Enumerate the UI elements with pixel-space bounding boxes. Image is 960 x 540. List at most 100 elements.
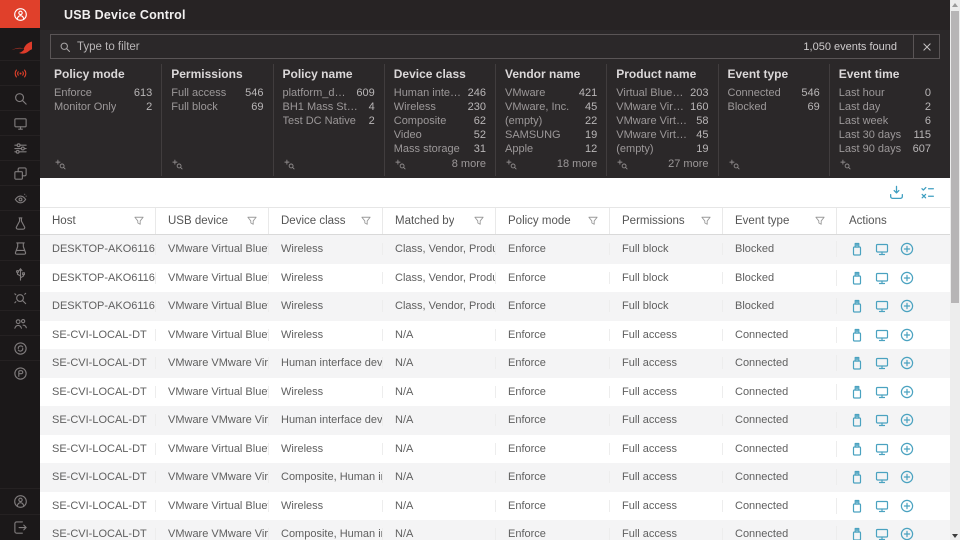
add-circle-action-button[interactable] (899, 241, 915, 257)
column-filter-icon[interactable] (473, 215, 485, 227)
usb-device-action-button[interactable] (849, 526, 865, 540)
add-circle-action-button[interactable] (899, 298, 915, 314)
select-columns-button[interactable] (919, 184, 936, 201)
facet-option-mass-storage[interactable]: Mass storage 31 (394, 142, 486, 156)
facet-more-link[interactable]: 18 more (557, 158, 597, 170)
facet-add-filter-button[interactable] (505, 158, 517, 170)
facet-option-wireless[interactable]: Wireless 230 (394, 100, 486, 114)
facet-add-filter-button[interactable] (728, 158, 740, 170)
table-row[interactable]: SE-CVI-LOCAL-DT VMware Virtual Bluetoot…W… (40, 378, 950, 407)
usb-device-action-button[interactable] (849, 327, 865, 343)
endpoint-monitor-action-button[interactable] (874, 526, 890, 540)
endpoint-monitor-action-button[interactable] (874, 441, 890, 457)
facet-option-vmware-virtual-us[interactable]: VMware Virtual US… 160 (616, 100, 708, 114)
column-filter-icon[interactable] (246, 215, 258, 227)
add-circle-action-button[interactable] (899, 412, 915, 428)
facet-option-platform-default[interactable]: platform_default 609 (283, 86, 375, 100)
facet-more-link[interactable]: 8 more (452, 158, 486, 170)
facet-option-apple[interactable]: Apple 12 (505, 142, 597, 156)
facet-option-connected[interactable]: Connected 546 (728, 86, 820, 100)
endpoint-monitor-action-button[interactable] (874, 498, 890, 514)
sidebar-item-sign-out[interactable] (0, 514, 40, 540)
table-row[interactable]: DESKTOP-AKO6116VMware Virtual Bluetoot…W… (40, 292, 950, 321)
facet-add-filter-button[interactable] (171, 158, 183, 170)
usb-device-action-button[interactable] (849, 441, 865, 457)
facet-option-full-block[interactable]: Full block 69 (171, 100, 263, 114)
table-row[interactable]: DESKTOP-AKO6116VMware Virtual Bluetoot…W… (40, 264, 950, 293)
usb-device-action-button[interactable] (849, 270, 865, 286)
table-row[interactable]: SE-CVI-LOCAL-DTVMware VMware Virtual …Co… (40, 463, 950, 492)
facet-more-link[interactable]: 27 more (668, 158, 708, 170)
facet-option-empty[interactable]: (empty) 22 (505, 114, 597, 128)
endpoint-monitor-action-button[interactable] (874, 241, 890, 257)
endpoint-monitor-action-button[interactable] (874, 469, 890, 485)
facet-option-last-week[interactable]: Last week 6 (839, 114, 931, 128)
export-button[interactable] (888, 184, 905, 201)
usb-device-action-button[interactable] (849, 412, 865, 428)
column-filter-icon[interactable] (360, 215, 372, 227)
add-circle-action-button[interactable] (899, 469, 915, 485)
scrollbar-thumb[interactable] (951, 11, 959, 303)
table-row[interactable]: SE-CVI-LOCAL-DT VMware VMware Virtual …Hu… (40, 349, 950, 378)
endpoint-monitor-action-button[interactable] (874, 355, 890, 371)
sidebar-item-policies[interactable] (0, 135, 40, 160)
facet-option-composite[interactable]: Composite 62 (394, 114, 486, 128)
add-circle-action-button[interactable] (899, 498, 915, 514)
sidebar-item-profile[interactable] (0, 488, 40, 514)
facet-option-enforce[interactable]: Enforce 613 (54, 86, 152, 100)
sidebar-item-lab-beaker[interactable] (0, 235, 40, 260)
sidebar-item-investigate[interactable] (0, 85, 40, 110)
facet-option-vmware[interactable]: VMware 421 (505, 86, 597, 100)
sidebar-item-inventory[interactable] (0, 160, 40, 185)
endpoint-monitor-action-button[interactable] (874, 384, 890, 400)
facet-option-vmware-inc[interactable]: VMware, Inc. 45 (505, 100, 597, 114)
table-row[interactable]: SE-CVI-LOCAL-DT VMware Virtual Bluetoot…W… (40, 321, 950, 350)
facet-option-samsung[interactable]: SAMSUNG 19 (505, 128, 597, 142)
facet-add-filter-button[interactable] (283, 158, 295, 170)
clear-search-button[interactable] (913, 35, 939, 58)
sidebar-item-usb-device-control[interactable] (0, 260, 40, 285)
table-row[interactable]: SE-CVI-LOCAL-DT VMware VMware Virtual …Hu… (40, 406, 950, 435)
sidebar-item-lab-flask[interactable] (0, 210, 40, 235)
facet-option-human-interface-d[interactable]: Human interface d… 246 (394, 86, 486, 100)
usb-device-action-button[interactable] (849, 498, 865, 514)
column-filter-icon[interactable] (587, 215, 599, 227)
table-row[interactable]: SE-CVI-LOCAL-DT VMware Virtual Bluetoot…W… (40, 492, 950, 521)
facet-add-filter-button[interactable] (394, 158, 406, 170)
column-filter-icon[interactable] (814, 215, 826, 227)
sidebar-item-discover[interactable] (0, 285, 40, 310)
table-row[interactable]: DESKTOP-AKO6116VMware Virtual Bluetoot…W… (40, 235, 950, 264)
usb-device-action-button[interactable] (849, 241, 865, 257)
facet-option-full-access[interactable]: Full access 546 (171, 86, 263, 100)
sidebar-item-users[interactable] (0, 310, 40, 335)
usb-device-action-button[interactable] (849, 469, 865, 485)
scroll-up-arrow-icon[interactable] (952, 3, 958, 7)
facet-option-vmware-virtual-usb[interactable]: VMware Virtual USB… 45 (616, 128, 708, 142)
add-circle-action-button[interactable] (899, 327, 915, 343)
scroll-down-arrow-icon[interactable] (952, 534, 958, 538)
facet-option-last-30-days[interactable]: Last 30 days 115 (839, 128, 931, 142)
facet-option-blocked[interactable]: Blocked 69 (728, 100, 820, 114)
facet-option-last-hour[interactable]: Last hour 0 (839, 86, 931, 100)
facet-option-vmware-virtual-usb[interactable]: VMware Virtual USB… 58 (616, 114, 708, 128)
usb-device-action-button[interactable] (849, 384, 865, 400)
sidebar-item-live-alerts[interactable] (0, 60, 40, 85)
search-input[interactable] (77, 40, 798, 53)
carbon-black-logo[interactable] (0, 28, 40, 60)
sidebar-item-settings-a[interactable] (0, 335, 40, 360)
add-circle-action-button[interactable] (899, 355, 915, 371)
vertical-scrollbar[interactable] (950, 0, 960, 540)
usb-device-action-button[interactable] (849, 298, 865, 314)
sidebar-item-endpoints[interactable] (0, 110, 40, 135)
endpoint-monitor-action-button[interactable] (874, 327, 890, 343)
facet-option-virtual-bluetooth[interactable]: Virtual Bluetooth … 203 (616, 86, 708, 100)
table-row[interactable]: SE-CVI-LOCAL-DT VMware Virtual Bluetoot…W… (40, 435, 950, 464)
facet-option-bh1-mass-storage-no[interactable]: BH1 Mass Storage No… 4 (283, 100, 375, 114)
table-row[interactable]: SE-CVI-LOCAL-DTVMware VMware Virtual …Co… (40, 520, 950, 540)
facet-option-last-day[interactable]: Last day 2 (839, 100, 931, 114)
sidebar-item-watchlists[interactable] (0, 185, 40, 210)
column-filter-icon[interactable] (700, 215, 712, 227)
add-circle-action-button[interactable] (899, 441, 915, 457)
facet-option-test-dc-native[interactable]: Test DC Native 2 (283, 114, 375, 128)
endpoint-monitor-action-button[interactable] (874, 412, 890, 428)
